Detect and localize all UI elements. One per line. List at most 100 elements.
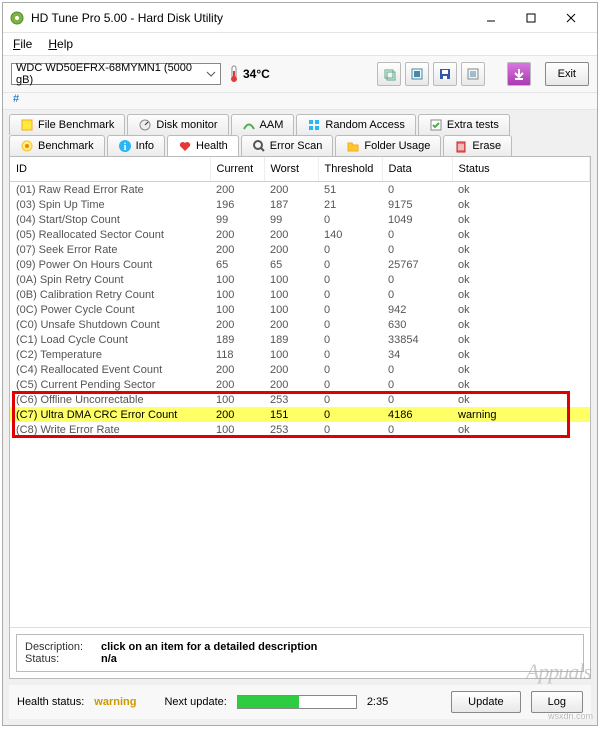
cell-worst: 100 [264, 272, 318, 287]
smart-table: ID Current Worst Threshold Data Status (… [10, 157, 590, 437]
tab-label: AAM [260, 119, 284, 131]
cell-id: (07) Seek Error Rate [10, 242, 210, 257]
cell-current: 100 [210, 422, 264, 437]
menu-help[interactable]: Help [48, 37, 73, 51]
cell-current: 100 [210, 302, 264, 317]
tab-info[interactable]: iInfo [107, 135, 165, 156]
table-row[interactable]: (09) Power On Hours Count6565025767ok [10, 257, 590, 272]
source-mark: wsxdn.com [548, 711, 593, 721]
cell-current: 200 [210, 182, 264, 198]
cell-threshold: 0 [318, 317, 382, 332]
tab-error-scan[interactable]: Error Scan [241, 135, 334, 156]
col-threshold[interactable]: Threshold [318, 157, 382, 182]
log-button[interactable]: Log [531, 691, 583, 713]
cell-worst: 100 [264, 347, 318, 362]
tab-erase[interactable]: Erase [443, 135, 512, 156]
maximize-button[interactable] [511, 6, 551, 30]
cell-worst: 253 [264, 422, 318, 437]
cell-data: 0 [382, 362, 452, 377]
tab-aam[interactable]: AAM [231, 114, 295, 135]
cell-threshold: 0 [318, 272, 382, 287]
table-row[interactable]: (C5) Current Pending Sector20020000ok [10, 377, 590, 392]
cell-id: (03) Spin Up Time [10, 197, 210, 212]
table-row[interactable]: (C2) Temperature118100034ok [10, 347, 590, 362]
table-row[interactable]: (03) Spin Up Time196187219175ok [10, 197, 590, 212]
cell-data: 0 [382, 242, 452, 257]
cell-status: ok [452, 257, 590, 272]
cell-threshold: 0 [318, 302, 382, 317]
tab-extra-tests[interactable]: Extra tests [418, 114, 510, 135]
temperature-value: 34°C [243, 67, 270, 81]
cell-status: ok [452, 347, 590, 362]
table-row[interactable]: (04) Start/Stop Count999901049ok [10, 212, 590, 227]
cell-threshold: 0 [318, 287, 382, 302]
window-title: HD Tune Pro 5.00 - Hard Disk Utility [31, 11, 471, 25]
cell-status: ok [452, 422, 590, 437]
drive-dropdown[interactable]: WDC WD50EFRX-68MYMN1 (5000 gB) [11, 63, 221, 85]
table-row[interactable]: (05) Reallocated Sector Count2002001400o… [10, 227, 590, 242]
table-row[interactable]: (C7) Ultra DMA CRC Error Count2001510418… [10, 407, 590, 422]
close-button[interactable] [551, 6, 591, 30]
download-icon[interactable] [507, 62, 531, 86]
cell-id: (C7) Ultra DMA CRC Error Count [10, 407, 210, 422]
cell-worst: 200 [264, 227, 318, 242]
minimize-button[interactable] [471, 6, 511, 30]
copy-icon[interactable] [377, 62, 401, 86]
table-row[interactable]: (C8) Write Error Rate10025300ok [10, 422, 590, 437]
save-icon[interactable] [433, 62, 457, 86]
update-button[interactable]: Update [451, 691, 520, 713]
tab-label: Random Access [325, 119, 404, 131]
cell-threshold: 0 [318, 377, 382, 392]
cell-worst: 200 [264, 377, 318, 392]
toolbar-actions: Exit [377, 62, 589, 86]
col-current[interactable]: Current [210, 157, 264, 182]
cell-threshold: 21 [318, 197, 382, 212]
cell-status: ok [452, 212, 590, 227]
table-row[interactable]: (C0) Unsafe Shutdown Count2002000630ok [10, 317, 590, 332]
cell-data: 630 [382, 317, 452, 332]
cell-id: (0B) Calibration Retry Count [10, 287, 210, 302]
tab-icon [346, 139, 360, 153]
drive-letter-row[interactable]: # [3, 93, 597, 110]
tab-benchmark[interactable]: Benchmark [9, 135, 105, 156]
table-row[interactable]: (07) Seek Error Rate20020000ok [10, 242, 590, 257]
col-data[interactable]: Data [382, 157, 452, 182]
tab-health[interactable]: Health [167, 135, 239, 156]
cell-threshold: 0 [318, 407, 382, 422]
cell-data: 0 [382, 422, 452, 437]
cell-data: 1049 [382, 212, 452, 227]
col-id[interactable]: ID [10, 157, 210, 182]
tab-folder-usage[interactable]: Folder Usage [335, 135, 441, 156]
col-status[interactable]: Status [452, 157, 590, 182]
desc-value: click on an item for a detailed descript… [101, 641, 317, 653]
col-worst[interactable]: Worst [264, 157, 318, 182]
menu-file[interactable]: File [13, 37, 32, 51]
cell-id: (C5) Current Pending Sector [10, 377, 210, 392]
tabstrip: File BenchmarkDisk monitor AAM Random Acce… [3, 110, 597, 156]
tab-disk-monitor[interactable]: Disk monitor [127, 114, 228, 135]
table-row[interactable]: (0B) Calibration Retry Count10010000ok [10, 287, 590, 302]
table-row[interactable]: (0C) Power Cycle Count1001000942ok [10, 302, 590, 317]
table-row[interactable]: (C6) Offline Uncorrectable10025300ok [10, 392, 590, 407]
cell-current: 200 [210, 317, 264, 332]
cell-id: (04) Start/Stop Count [10, 212, 210, 227]
cell-current: 200 [210, 407, 264, 422]
exit-button[interactable]: Exit [545, 62, 589, 86]
table-row[interactable]: (C4) Reallocated Event Count20020000ok [10, 362, 590, 377]
cell-worst: 99 [264, 212, 318, 227]
options-icon[interactable] [461, 62, 485, 86]
tab-label: Erase [472, 140, 501, 152]
cell-threshold: 0 [318, 347, 382, 362]
tab-random-access[interactable]: Random Access [296, 114, 415, 135]
screenshot-icon[interactable] [405, 62, 429, 86]
table-row[interactable]: (0A) Spin Retry Count10010000ok [10, 272, 590, 287]
cell-id: (0A) Spin Retry Count [10, 272, 210, 287]
cell-data: 0 [382, 227, 452, 242]
tab-icon [307, 118, 321, 132]
table-row[interactable]: (01) Raw Read Error Rate200200510ok [10, 182, 590, 198]
cell-threshold: 0 [318, 332, 382, 347]
tab-file-benchmark[interactable]: File Benchmark [9, 114, 125, 135]
tab-label: Extra tests [447, 119, 499, 131]
cell-data: 34 [382, 347, 452, 362]
table-row[interactable]: (C1) Load Cycle Count189189033854ok [10, 332, 590, 347]
